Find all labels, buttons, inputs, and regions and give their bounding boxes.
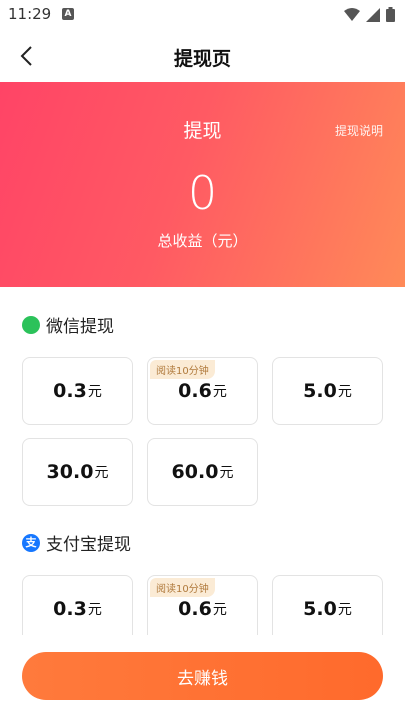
option-value: 0.6 xyxy=(178,598,212,620)
wechat-option-3[interactable]: 30.0 元 xyxy=(22,438,133,506)
app-bar: 提现页 xyxy=(0,30,405,82)
alipay-section-title: 支 支付宝提现 xyxy=(22,530,131,555)
wechat-option-4[interactable]: 60.0 元 xyxy=(147,438,258,506)
alipay-option-2[interactable]: 5.0 元 xyxy=(272,575,383,635)
bottom-bar: 去赚钱 xyxy=(0,635,405,720)
earnings-banner: 提现 提现说明 0 总收益（元） xyxy=(0,82,405,287)
option-unit: 元 xyxy=(87,602,102,618)
option-tag: 阅读10分钟 xyxy=(150,578,215,597)
battery-icon xyxy=(386,7,395,22)
withdraw-explain-link[interactable]: 提现说明 xyxy=(335,122,383,139)
option-value: 0.6 xyxy=(178,380,212,402)
option-value: 0.3 xyxy=(53,380,87,402)
option-unit: 元 xyxy=(337,602,352,618)
wechat-option-2[interactable]: 5.0 元 xyxy=(272,357,383,425)
signal-icon xyxy=(366,7,380,22)
wechat-title-label: 微信提现 xyxy=(46,317,114,337)
option-unit: 元 xyxy=(212,384,227,400)
option-value: 0.3 xyxy=(53,598,87,620)
alipay-title-label: 支付宝提现 xyxy=(46,535,131,555)
option-unit: 元 xyxy=(94,465,109,481)
status-bar: 11:29 A xyxy=(0,0,405,30)
option-value: 30.0 xyxy=(46,461,94,483)
notification-icon: A xyxy=(62,8,74,20)
status-icons xyxy=(344,7,395,22)
option-unit: 元 xyxy=(219,465,234,481)
option-value: 60.0 xyxy=(171,461,219,483)
option-unit: 元 xyxy=(337,384,352,400)
page-title: 提现页 xyxy=(173,48,231,70)
wechat-option-0[interactable]: 0.3 元 xyxy=(22,357,133,425)
go-earn-button[interactable]: 去赚钱 xyxy=(22,652,383,700)
total-earnings-label: 总收益（元） xyxy=(157,232,248,250)
alipay-icon: 支 xyxy=(22,533,40,552)
withdraw-options: 微信提现 0.3 元 阅读10分钟 0.6 元 5.0 元 30.0 元 60.0 元 支… xyxy=(0,287,405,635)
total-earnings-amount: 0 xyxy=(187,166,218,220)
status-time: 11:29 xyxy=(8,5,52,23)
wechat-option-1[interactable]: 阅读10分钟 0.6 元 xyxy=(147,357,258,425)
option-unit: 元 xyxy=(87,384,102,400)
alipay-option-1[interactable]: 阅读10分钟 0.6 元 xyxy=(147,575,258,635)
wifi-icon xyxy=(344,7,360,21)
wechat-section-title: 微信提现 xyxy=(22,312,114,337)
option-value: 5.0 xyxy=(303,598,337,620)
option-unit: 元 xyxy=(212,602,227,618)
wechat-icon xyxy=(22,315,40,334)
option-value: 5.0 xyxy=(303,380,337,402)
option-tag: 阅读10分钟 xyxy=(150,360,215,379)
alipay-option-0[interactable]: 0.3 元 xyxy=(22,575,133,635)
